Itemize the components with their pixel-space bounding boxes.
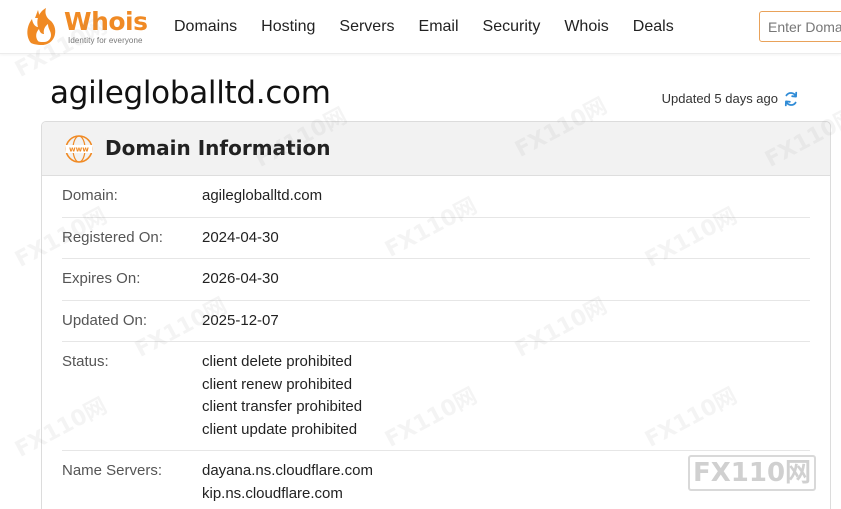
nav-email[interactable]: Email (419, 16, 459, 38)
logo-tagline: Identity for everyone (68, 36, 143, 45)
updated-text: Updated 5 days ago (661, 91, 778, 106)
main-nav: Domains Hosting Servers Email Security W… (174, 16, 698, 38)
row-registered-on: Registered On: 2024-04-30 (62, 218, 810, 259)
domain-info-rows: Domain: agilegloballtd.com Registered On… (42, 176, 830, 509)
row-label: Status: (62, 353, 109, 370)
domain-value: agilegloballtd.com (202, 187, 323, 204)
row-label: Updated On: (62, 311, 148, 329)
domain-search-input[interactable] (759, 11, 841, 42)
row-label: Expires On: (62, 270, 141, 287)
expires-date-value: 2026-04-30 (202, 270, 279, 287)
nav-hosting[interactable]: Hosting (261, 16, 315, 38)
updated-indicator: Updated 5 days ago (662, 90, 799, 108)
status-value: client transfer prohibited (202, 398, 363, 415)
top-navigation-bar: Whois Identity for everyone Domains Host… (0, 0, 841, 54)
row-expires-on: Expires On: 2026-04-30 (62, 259, 810, 301)
status-value: client renew prohibited (202, 375, 353, 393)
name-server-value: dayana.ns.cloudflare.com (202, 462, 373, 479)
card-title: Domain Information (105, 136, 331, 160)
refresh-icon[interactable] (783, 91, 799, 107)
whois-flame-logo-icon (27, 8, 56, 45)
page-title: agilegloballtd.com (50, 75, 331, 111)
updated-date-value: 2025-12-07 (202, 311, 279, 329)
row-value: 2025-12-07 (202, 310, 279, 333)
row-value: 2026-04-30 (202, 268, 279, 291)
row-value: dayana.ns.cloudflare.com kip.ns.cloudfla… (202, 460, 373, 505)
www-globe-icon: www (65, 135, 93, 163)
nav-whois[interactable]: Whois (564, 16, 608, 38)
row-updated-on: Updated On: 2025-12-07 (62, 301, 810, 342)
status-value: client update prohibited (202, 420, 358, 438)
whois-logo[interactable]: Whois Identity for everyone (24, 6, 154, 46)
nav-servers[interactable]: Servers (339, 16, 394, 38)
row-label: Domain: (62, 187, 118, 204)
row-label: Registered On: (62, 228, 163, 246)
name-server-value: kip.ns.cloudflare.com (202, 484, 343, 502)
domain-information-card: www Domain Information Domain: agileglob… (41, 121, 831, 509)
row-value: agilegloballtd.com (202, 185, 322, 208)
nav-domains[interactable]: Domains (174, 16, 237, 38)
row-name-servers: Name Servers: dayana.ns.cloudflare.com k… (62, 451, 810, 509)
logo-wordmark: Whois (64, 7, 148, 36)
svg-text:www: www (69, 145, 89, 154)
whois-page: Whois Identity for everyone Domains Host… (0, 0, 841, 509)
nav-deals[interactable]: Deals (633, 16, 674, 38)
nav-security[interactable]: Security (483, 16, 541, 38)
card-header: www Domain Information (42, 122, 830, 176)
row-label: Name Servers: (62, 462, 163, 479)
registered-date-value: 2024-04-30 (202, 228, 279, 246)
row-domain: Domain: agilegloballtd.com (62, 176, 810, 218)
status-value: client delete prohibited (202, 353, 353, 370)
row-value: 2024-04-30 (202, 227, 279, 250)
row-status: Status: client delete prohibited client … (62, 342, 810, 451)
row-value: client delete prohibited client renew pr… (202, 351, 362, 441)
